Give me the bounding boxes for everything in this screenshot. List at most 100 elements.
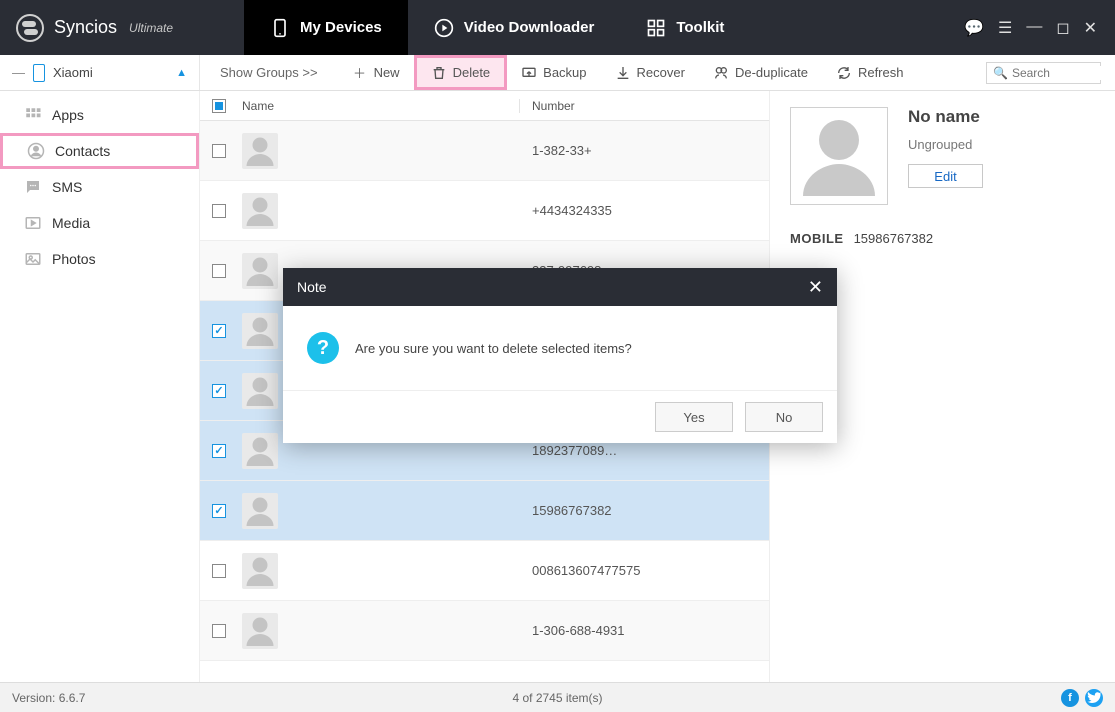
sidebar-item-apps[interactable]: Apps: [0, 97, 199, 133]
new-button[interactable]: ＋ New: [338, 55, 414, 90]
contact-row[interactable]: 008613607477575: [200, 541, 769, 601]
twitter-icon[interactable]: [1085, 689, 1103, 707]
tab-my-devices[interactable]: My Devices: [244, 0, 408, 55]
sub-toolbar: — Xiaomi ▲ Show Groups >> ＋ New Delete B…: [0, 55, 1115, 91]
sidebar-item-media[interactable]: Media: [0, 205, 199, 241]
contact-row[interactable]: 15986767382: [200, 481, 769, 541]
contact-row[interactable]: +4434324335: [200, 181, 769, 241]
sidebar-item-sms[interactable]: SMS: [0, 169, 199, 205]
row-checkbox[interactable]: [212, 564, 226, 578]
sidebar-label: Apps: [52, 107, 84, 123]
eject-icon[interactable]: ▲: [176, 67, 187, 79]
title-bar: Syncios Ultimate My Devices Video Downlo…: [0, 0, 1115, 55]
btn-label: Delete: [453, 65, 491, 80]
media-icon: [24, 214, 42, 232]
dialog-message: Are you sure you want to delete selected…: [355, 341, 632, 356]
contact-number: +4434324335: [520, 203, 769, 218]
refresh-button[interactable]: Refresh: [822, 55, 918, 90]
sidebar-label: Photos: [52, 251, 96, 267]
backup-icon: [521, 65, 537, 81]
sidebar-item-contacts[interactable]: Contacts: [0, 133, 199, 169]
refresh-icon: [836, 65, 852, 81]
avatar-icon: [242, 493, 278, 529]
search-box[interactable]: 🔍: [986, 62, 1101, 84]
contact-number: 1-306-688-4931: [520, 623, 769, 638]
logo-icon: [16, 14, 44, 42]
plus-icon: ＋: [352, 65, 368, 81]
sidebar-item-photos[interactable]: Photos: [0, 241, 199, 277]
trash-icon: [431, 65, 447, 81]
column-name[interactable]: Name: [238, 99, 520, 113]
row-checkbox[interactable]: [212, 144, 226, 158]
backup-button[interactable]: Backup: [507, 55, 600, 90]
btn-label: Refresh: [858, 65, 904, 80]
play-circle-icon: [434, 18, 454, 38]
avatar-icon: [242, 133, 278, 169]
row-checkbox[interactable]: [212, 504, 226, 518]
dialog-title: Note: [297, 279, 327, 295]
apps-icon: [24, 106, 42, 124]
dialog-close-icon[interactable]: ✕: [808, 277, 823, 298]
avatar-icon: [242, 193, 278, 229]
row-checkbox[interactable]: [212, 624, 226, 638]
tab-label: My Devices: [300, 19, 382, 36]
row-checkbox[interactable]: [212, 324, 226, 338]
column-number[interactable]: Number: [520, 99, 769, 113]
photos-icon: [24, 250, 42, 268]
question-icon: ?: [307, 332, 339, 364]
no-button[interactable]: No: [745, 402, 823, 432]
row-checkbox[interactable]: [212, 444, 226, 458]
row-checkbox[interactable]: [212, 264, 226, 278]
tab-label: Toolkit: [676, 19, 724, 36]
contact-row[interactable]: 1-382-33+: [200, 121, 769, 181]
menu-icon[interactable]: ☰: [998, 18, 1012, 38]
grid-icon: [646, 18, 666, 38]
minimize-icon[interactable]: —: [1026, 18, 1042, 38]
device-name: Xiaomi: [53, 65, 93, 80]
delete-button[interactable]: Delete: [414, 55, 508, 90]
show-groups-button[interactable]: Show Groups >>: [200, 65, 338, 80]
chat-icon[interactable]: 💬: [964, 18, 984, 38]
facebook-icon[interactable]: f: [1061, 689, 1079, 707]
deduplicate-button[interactable]: De-duplicate: [699, 55, 822, 90]
search-icon: 🔍: [993, 66, 1008, 80]
tab-toolkit[interactable]: Toolkit: [620, 0, 750, 55]
column-header: Name Number: [200, 91, 769, 121]
main-tabs: My Devices Video Downloader Toolkit: [244, 0, 750, 55]
close-icon[interactable]: ✕: [1084, 18, 1097, 38]
btn-label: Recover: [637, 65, 685, 80]
search-input[interactable]: [1012, 66, 1115, 80]
select-all-checkbox[interactable]: [212, 99, 226, 113]
window-controls: 💬 ☰ — ◻ ✕: [964, 18, 1115, 38]
device-selector[interactable]: — Xiaomi ▲: [0, 55, 200, 90]
edit-button[interactable]: Edit: [908, 164, 983, 188]
row-checkbox[interactable]: [212, 204, 226, 218]
download-icon: [615, 65, 631, 81]
sms-icon: [24, 178, 42, 196]
avatar-icon: [242, 373, 278, 409]
yes-button[interactable]: Yes: [655, 402, 733, 432]
btn-label: New: [374, 65, 400, 80]
contact-number: 1-382-33+: [520, 143, 769, 158]
recover-button[interactable]: Recover: [601, 55, 699, 90]
app-logo: Syncios Ultimate: [0, 14, 189, 42]
btn-label: Backup: [543, 65, 586, 80]
item-count: 4 of 2745 item(s): [512, 691, 602, 705]
maximize-icon[interactable]: ◻: [1056, 18, 1069, 38]
sidebar-label: SMS: [52, 179, 82, 195]
avatar-icon: [242, 553, 278, 589]
app-name: Syncios: [54, 17, 117, 38]
contact-row[interactable]: 1-306-688-4931: [200, 601, 769, 661]
status-bar: Version: 6.6.7 4 of 2745 item(s) f: [0, 682, 1115, 712]
contacts-icon: [27, 142, 45, 160]
avatar-icon: [242, 313, 278, 349]
confirm-dialog: Note ✕ ? Are you sure you want to delete…: [283, 268, 837, 443]
row-checkbox[interactable]: [212, 384, 226, 398]
tab-video-downloader[interactable]: Video Downloader: [408, 0, 621, 55]
toolbar-buttons: ＋ New Delete Backup Recover De-duplicate…: [338, 55, 918, 90]
dialog-header: Note ✕: [283, 268, 837, 306]
sidebar-label: Contacts: [55, 143, 110, 159]
sidebar: Apps Contacts SMS Media Photos: [0, 91, 200, 682]
version-label: Version: 6.6.7: [12, 691, 85, 705]
phone-value: 15986767382: [854, 231, 934, 246]
